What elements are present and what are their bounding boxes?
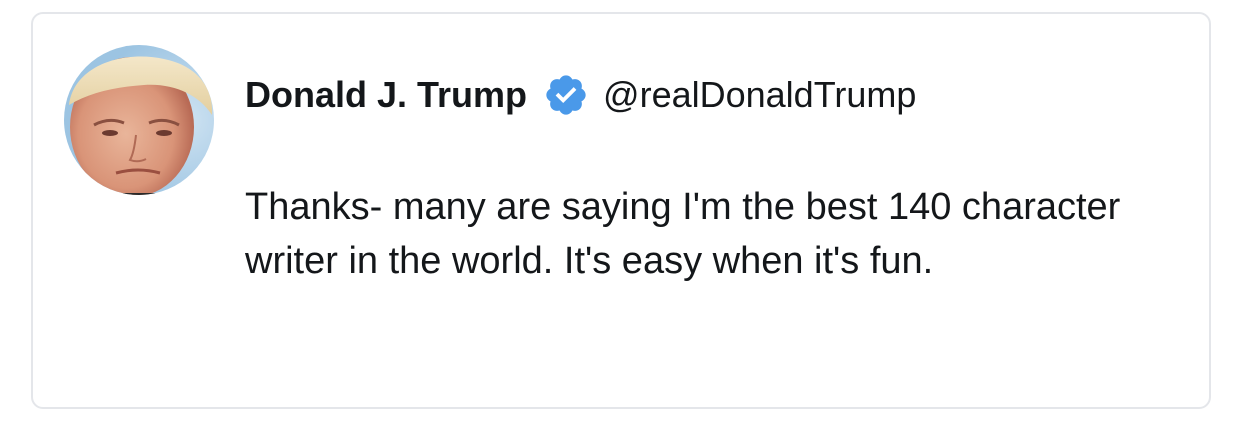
verified-badge-icon xyxy=(543,72,589,118)
avatar-photo xyxy=(64,45,214,195)
display-name[interactable]: Donald J. Trump xyxy=(245,74,527,116)
user-handle[interactable]: @realDonaldTrump xyxy=(603,74,916,116)
tweet-text: Thanks- many are saying I'm the best 140… xyxy=(245,186,1121,282)
tweet-card[interactable]: Donald J. Trump @realDonaldTrump Thanks-… xyxy=(31,12,1211,409)
tweet-header: Donald J. Trump @realDonaldTrump xyxy=(245,70,916,120)
avatar[interactable] xyxy=(64,45,214,195)
